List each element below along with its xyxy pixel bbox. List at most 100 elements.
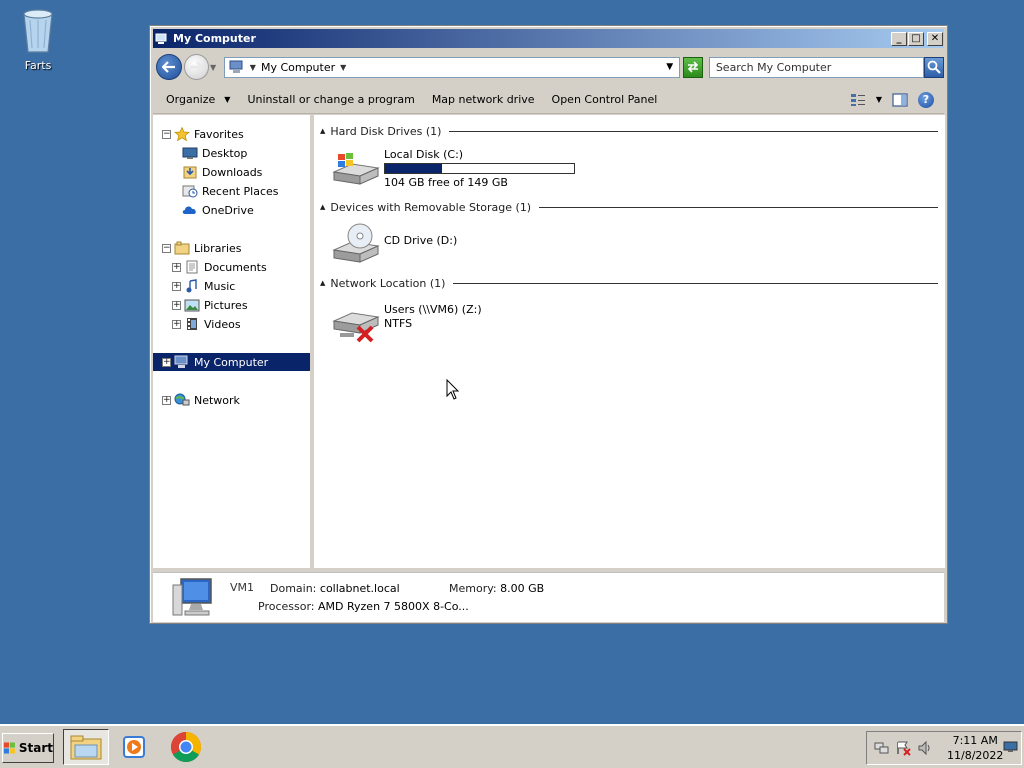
nav-label: Music (204, 279, 236, 293)
memory-field: Memory: 8.00 GB (449, 582, 544, 595)
taskbar-explorer-button[interactable] (63, 729, 109, 765)
search-button[interactable] (924, 56, 945, 78)
nav-desktop[interactable]: Desktop (182, 144, 247, 162)
music-icon (184, 279, 200, 293)
expand-icon[interactable]: + (172, 300, 181, 310)
back-button[interactable] (156, 54, 182, 80)
folder-icon (70, 735, 102, 760)
nav-label: Libraries (194, 241, 242, 255)
map-network-drive-button[interactable]: Map network drive (432, 93, 535, 106)
nav-label: Desktop (202, 146, 248, 160)
title-bar[interactable]: My Computer _ □ ✕ (153, 29, 944, 48)
nav-recent-places[interactable]: Recent Places (182, 182, 279, 200)
volume-icon[interactable] (917, 740, 933, 756)
clock-time: 7:11 AM (952, 734, 998, 747)
drive-free-space: 104 GB free of 149 GB (384, 176, 508, 189)
group-header-hard-disks[interactable]: ▲ Hard Disk Drives (1) (320, 124, 938, 138)
windows-logo-icon (3, 742, 15, 754)
close-button[interactable]: ✕ (927, 31, 943, 46)
collapse-triangle-icon[interactable]: ▲ (320, 279, 325, 287)
recent-pages-button[interactable]: ▼ (210, 63, 220, 72)
minimize-button[interactable]: _ (891, 31, 907, 46)
expand-icon[interactable]: + (172, 262, 181, 272)
uninstall-label: Uninstall or change a program (247, 93, 415, 106)
help-icon[interactable]: ? (918, 91, 934, 108)
domain-value: collabnet.local (319, 582, 400, 595)
nav-videos[interactable]: + Videos (172, 315, 241, 333)
preview-pane-icon[interactable] (892, 92, 908, 107)
expand-icon[interactable]: + (162, 357, 171, 367)
refresh-button[interactable] (683, 56, 703, 78)
documents-icon (184, 260, 200, 274)
nav-favorites[interactable]: − Favorites (162, 125, 244, 143)
nav-documents[interactable]: + Documents (172, 258, 267, 276)
drive-network-z[interactable]: Users (\\VM6) (Z:) NTFS (332, 301, 482, 345)
downloads-icon (182, 165, 198, 179)
uninstall-program-button[interactable]: Uninstall or change a program (247, 93, 414, 106)
clock[interactable]: 7:11 AM 11/8/2022 (947, 733, 1003, 763)
expand-icon[interactable]: + (172, 319, 181, 329)
domain-field: Domain: collabnet.local (270, 582, 400, 595)
group-header-removable[interactable]: ▲ Devices with Removable Storage (1) (320, 200, 938, 214)
nav-label: OneDrive (202, 203, 254, 217)
collapse-triangle-icon[interactable]: ▲ (320, 203, 325, 211)
group-header-label: Network Location (1) (330, 276, 446, 290)
collapse-icon[interactable]: − (162, 243, 171, 253)
map-drive-label: Map network drive (431, 93, 535, 106)
nav-libraries[interactable]: − Libraries (162, 239, 242, 257)
desktop-icon (182, 146, 198, 160)
drive-name: Users (\\VM6) (Z:) (384, 303, 482, 316)
expand-icon[interactable]: + (162, 395, 171, 405)
cd-drive-icon (332, 223, 380, 263)
chevron-down-icon: ▼ (224, 95, 231, 104)
nav-pictures[interactable]: + Pictures (172, 296, 248, 314)
organize-menu[interactable]: Organize ▼ (166, 93, 230, 106)
open-control-panel-button[interactable]: Open Control Panel (552, 93, 658, 106)
breadcrumb-my-computer[interactable]: My Computer (261, 61, 335, 74)
action-center-icon[interactable] (895, 740, 911, 756)
breadcrumb-separator-icon[interactable]: ▼ (250, 63, 256, 72)
nav-downloads[interactable]: Downloads (182, 163, 262, 181)
nav-music[interactable]: + Music (172, 277, 235, 295)
drive-name: CD Drive (D:) (384, 234, 458, 247)
drive-cd-d[interactable]: CD Drive (D:) (332, 222, 457, 266)
forward-button[interactable] (183, 54, 209, 80)
address-field[interactable]: ▼ My Computer ▼ ▼ (223, 56, 681, 78)
expand-icon[interactable]: + (172, 281, 181, 291)
nav-network[interactable]: + Network (162, 391, 240, 409)
nav-my-computer[interactable]: + My Computer (153, 353, 310, 371)
collapse-triangle-icon[interactable]: ▲ (320, 127, 325, 135)
network-status-icon[interactable] (873, 740, 889, 756)
search-input[interactable]: Search My Computer (708, 56, 925, 78)
nav-onedrive[interactable]: OneDrive (182, 201, 254, 219)
capacity-fill (385, 164, 442, 173)
desktop-icon-recycle-bin[interactable]: Farts (14, 6, 62, 72)
divider (453, 282, 938, 284)
processor-label: Processor: (258, 600, 315, 613)
chrome-icon (170, 732, 202, 763)
computer-icon (155, 33, 167, 44)
show-desktop-icon[interactable] (1003, 741, 1018, 753)
organize-label: Organize (166, 93, 216, 106)
drive-local-disk-c[interactable]: Local Disk (C:) 104 GB free of 149 GB (332, 146, 575, 190)
computer-icon (172, 578, 212, 616)
memory-value: 8.00 GB (500, 582, 545, 595)
taskbar-chrome-button[interactable] (163, 729, 209, 765)
view-options-icon[interactable] (850, 93, 866, 107)
computer-icon (174, 355, 190, 369)
taskbar-media-player-button[interactable] (112, 729, 158, 765)
view-dropdown-icon[interactable]: ▼ (876, 95, 882, 104)
mouse-cursor-icon (446, 379, 460, 400)
breadcrumb-chevron-icon[interactable]: ▼ (340, 63, 346, 72)
address-dropdown-icon[interactable]: ▼ (666, 62, 673, 72)
system-tray: 7:11 AM 11/8/2022 (866, 731, 1022, 765)
arrow-left-icon (161, 61, 175, 73)
start-button[interactable]: Start (2, 733, 54, 763)
collapse-icon[interactable]: − (162, 129, 171, 139)
group-header-label: Devices with Removable Storage (1) (330, 200, 532, 214)
group-header-network-location[interactable]: ▲ Network Location (1) (320, 276, 938, 290)
start-label: Start (18, 741, 53, 755)
refresh-icon (687, 61, 699, 73)
desktop-icon-label: Farts (24, 59, 52, 72)
maximize-button[interactable]: □ (908, 31, 924, 46)
